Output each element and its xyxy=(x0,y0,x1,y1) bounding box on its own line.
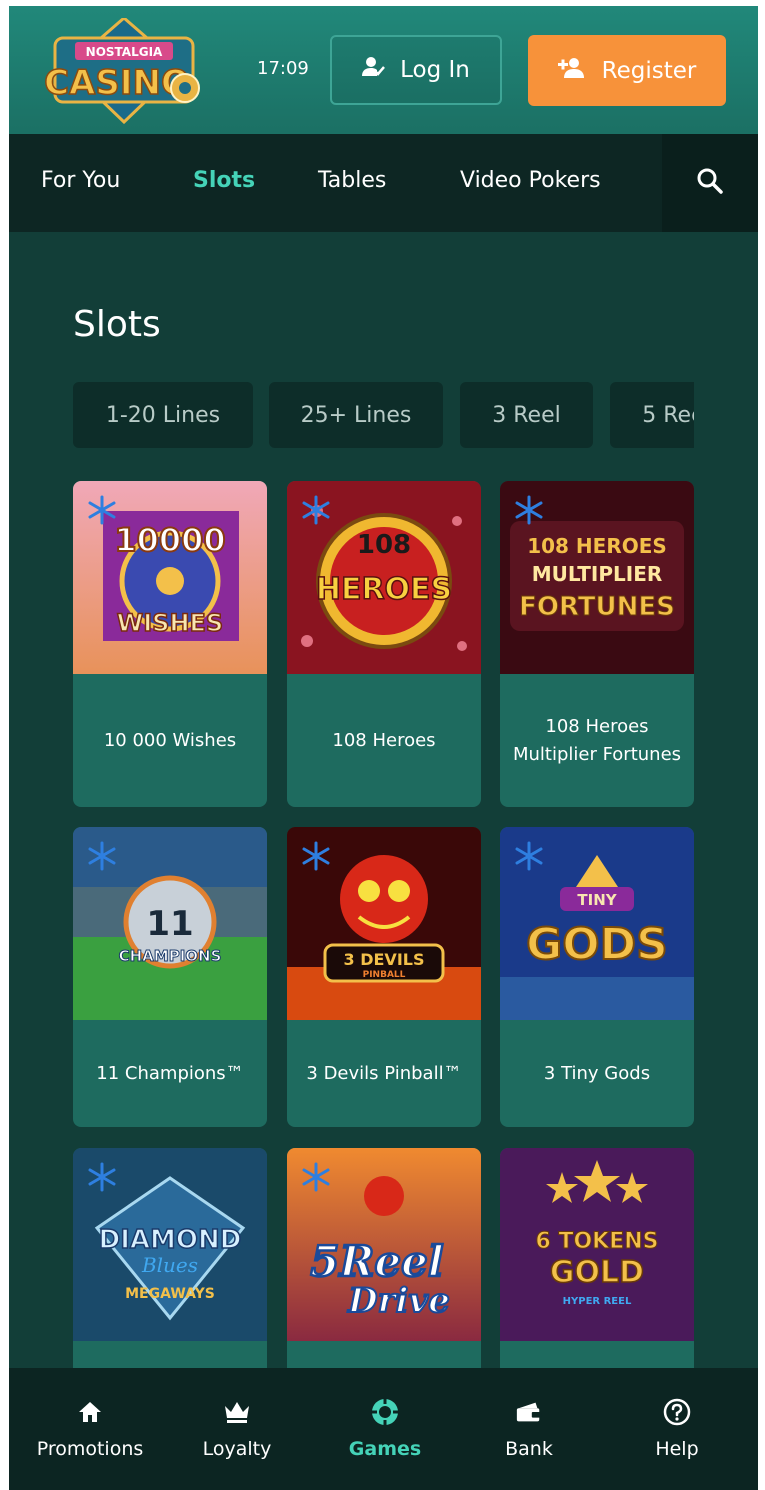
game-thumbnail: 10000 WISHES xyxy=(73,481,267,674)
game-art-subtitle: CHAMPIONS xyxy=(119,947,222,965)
game-title: 11 Champions™ xyxy=(96,1062,244,1084)
game-card[interactable]: TINY GODS 3 Tiny Gods xyxy=(500,827,694,1127)
game-art-tagline: MEGAWAYS xyxy=(125,1286,215,1302)
add-user-icon xyxy=(557,57,586,85)
filter-chip-1-20-lines[interactable]: 1-20 Lines xyxy=(73,382,253,448)
tab-label: Promotions xyxy=(36,1438,144,1460)
crown-icon xyxy=(223,1398,251,1426)
casino-logo[interactable]: NOSTALGIA CASINO xyxy=(41,16,207,125)
snowflake-icon xyxy=(88,495,116,525)
game-art-subtitle: MULTIPLIER xyxy=(532,562,663,586)
game-title: 10 000 Wishes xyxy=(103,729,237,751)
help-icon xyxy=(663,1398,691,1426)
game-art-tagline: HYPER REEL xyxy=(563,1296,632,1307)
tab-label: Help xyxy=(655,1438,699,1460)
snowflake-icon xyxy=(302,841,330,871)
snowflake-icon xyxy=(302,495,330,525)
tab-promotions[interactable]: Promotions xyxy=(33,1368,147,1490)
tab-video-pokers[interactable]: Video Pokers xyxy=(460,168,601,193)
search-icon xyxy=(696,167,724,199)
game-art-subtitle: WISHES xyxy=(117,609,223,637)
game-art-subtitle: PINBALL xyxy=(363,970,406,980)
tab-help[interactable]: Help xyxy=(627,1368,727,1490)
game-art-title: 108 xyxy=(357,530,411,560)
game-card[interactable]: 5Reel Drive xyxy=(287,1148,481,1388)
game-card[interactable]: 108 HEROES 108 Heroes xyxy=(287,481,481,807)
game-card[interactable]: 11 CHAMPIONS 11 Champions™ xyxy=(73,827,267,1127)
search-button[interactable] xyxy=(662,134,758,232)
game-card[interactable]: 108 HEROES MULTIPLIER FORTUNES 108 Heroe… xyxy=(500,481,694,807)
tab-label: Bank xyxy=(505,1438,553,1460)
game-art-subtitle: Blues xyxy=(141,1253,198,1277)
chip-icon xyxy=(371,1398,399,1426)
tab-games[interactable]: Games xyxy=(335,1368,435,1490)
game-thumbnail: 3 DEVILS PINBALL xyxy=(287,827,481,1020)
app-frame: NOSTALGIA CASINO 17:09 Log In Register F… xyxy=(9,6,758,1490)
tab-label: Loyalty xyxy=(202,1438,272,1460)
snowflake-icon xyxy=(302,1162,330,1192)
filter-chip-5-reel[interactable]: 5 Reel xyxy=(610,382,694,448)
tab-label: Games xyxy=(348,1438,422,1460)
game-title: 3 Tiny Gods xyxy=(543,1062,651,1084)
login-label: Log In xyxy=(400,57,470,83)
user-check-icon xyxy=(362,56,386,84)
game-thumbnail: DIAMOND Blues MEGAWAYS xyxy=(73,1148,267,1341)
snowflake-icon xyxy=(515,495,543,525)
register-button[interactable]: Register xyxy=(528,35,726,106)
snowflake-icon xyxy=(88,841,116,871)
logo-top-text: NOSTALGIA xyxy=(86,45,163,59)
tab-for-you[interactable]: For You xyxy=(41,168,120,193)
game-thumbnail: 108 HEROES MULTIPLIER FORTUNES xyxy=(500,481,694,674)
game-thumbnail: 5Reel Drive xyxy=(287,1148,481,1341)
game-art-title: 6 TOKENS xyxy=(535,1229,658,1254)
logo-main-text: CASINO xyxy=(44,63,190,103)
tab-slots[interactable]: Slots xyxy=(193,168,255,193)
game-art-title: 3 DEVILS xyxy=(344,950,425,969)
game-thumbnail: 108 HEROES xyxy=(287,481,481,674)
game-art-title: TINY xyxy=(577,891,617,909)
game-art-title: 108 HEROES xyxy=(527,534,667,558)
tab-tables[interactable]: Tables xyxy=(318,168,386,193)
game-thumbnail: 11 CHAMPIONS xyxy=(73,827,267,1020)
game-thumbnail: TINY GODS xyxy=(500,827,694,1020)
filter-chips: 1-20 Lines 25+ Lines 3 Reel 5 Reel xyxy=(73,382,694,448)
filter-chip-25-lines[interactable]: 25+ Lines xyxy=(269,382,443,448)
tab-loyalty[interactable]: Loyalty xyxy=(187,1368,287,1490)
clock: 17:09 xyxy=(257,58,309,79)
page-title: Slots xyxy=(73,304,161,345)
game-thumbnail: 6 TOKENS GOLD HYPER REEL xyxy=(500,1148,694,1341)
game-art-title: 11 xyxy=(146,904,193,944)
game-art-tagline: FORTUNES xyxy=(519,592,675,622)
snowflake-icon xyxy=(515,841,543,871)
wallet-icon xyxy=(515,1398,543,1426)
game-art-title: DIAMOND xyxy=(99,1225,242,1255)
game-art-subtitle: GOLD xyxy=(550,1255,644,1290)
game-title: 108 Heroes xyxy=(332,729,436,751)
game-card[interactable]: 10000 WISHES 10 000 Wishes xyxy=(73,481,267,807)
game-title: 108 Heroes Multiplier Fortunes xyxy=(512,715,682,765)
header: NOSTALGIA CASINO 17:09 Log In Register xyxy=(9,6,758,134)
game-art-title: 5Reel xyxy=(310,1237,444,1286)
game-art-subtitle: HEROES xyxy=(316,572,452,607)
game-art-subtitle: GODS xyxy=(526,919,668,970)
login-button[interactable]: Log In xyxy=(330,35,502,105)
snowflake-icon xyxy=(88,1162,116,1192)
register-label: Register xyxy=(601,57,697,84)
game-card[interactable]: 6 TOKENS GOLD HYPER REEL xyxy=(500,1148,694,1388)
game-art-title: 10000 xyxy=(114,521,225,559)
category-nav: For You Slots Tables Video Pokers xyxy=(9,134,758,232)
game-art-subtitle: Drive xyxy=(347,1281,450,1321)
game-card[interactable]: 3 DEVILS PINBALL 3 Devils Pinball™ xyxy=(287,827,481,1127)
bottom-nav: Promotions Loyalty Games Bank Help xyxy=(9,1368,758,1490)
game-title: 3 Devils Pinball™ xyxy=(306,1062,462,1084)
tab-bank[interactable]: Bank xyxy=(479,1368,579,1490)
home-icon xyxy=(76,1398,104,1426)
game-card[interactable]: DIAMOND Blues MEGAWAYS xyxy=(73,1148,267,1388)
filter-chip-3-reel[interactable]: 3 Reel xyxy=(460,382,593,448)
